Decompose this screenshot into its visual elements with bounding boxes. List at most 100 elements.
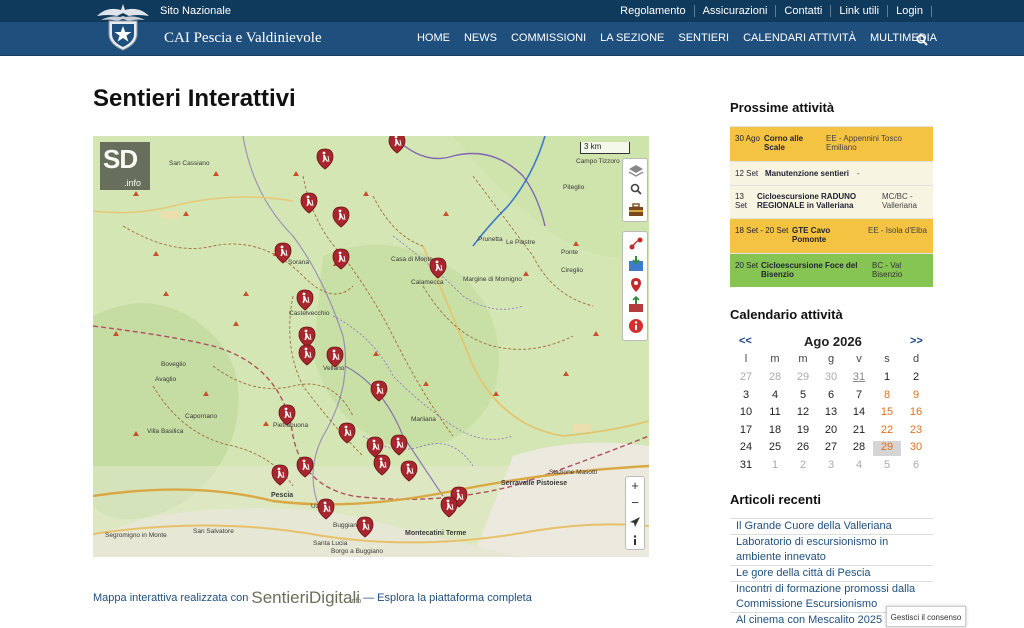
hiking-trail-marker-icon[interactable] [296,456,314,478]
site-brand[interactable]: CAI Pescia e Valdinievole [164,30,322,47]
calendar-day[interactable]: 1 [873,371,901,383]
zoom-out-button[interactable]: − [626,494,644,511]
layers-icon[interactable] [627,162,645,180]
nav-home[interactable]: HOME [417,32,450,44]
calendar-day[interactable]: 24 [732,441,760,453]
event-row[interactable]: 18 Set - 20 Set GTE Cavo Pomonte EE - Is… [730,218,933,253]
nav-commissioni[interactable]: COMMISSIONI [511,32,586,44]
calendar-day[interactable]: 1 [761,459,789,471]
calendar-day[interactable]: 19 [789,424,817,436]
national-site-link[interactable]: Sito Nazionale [160,5,231,17]
util-link-contatti[interactable]: Contatti [776,5,832,17]
event-row[interactable]: 20 Set Cicloescursione Foce del Bisenzio… [730,253,933,287]
info-icon[interactable] [627,317,645,335]
calendar-day[interactable]: 17 [732,424,760,436]
location-pin-icon[interactable] [627,276,645,294]
event-row[interactable]: 30 Ago Corno alle Scale EE - Appennini T… [730,126,933,161]
calendar-day[interactable]: 12 [789,406,817,418]
calendar-day[interactable]: 10 [732,406,760,418]
sentieri-digitali-link[interactable]: SentieriDigitali [251,588,360,607]
util-link-link-utili[interactable]: Link utili [831,5,889,17]
event-row[interactable]: 12 Set Manutenzione sentieri - [730,161,933,185]
nav-news[interactable]: NEWS [464,32,497,44]
hiking-trail-marker-icon[interactable] [300,192,318,214]
map-download-icon[interactable] [627,255,645,273]
calendar-day[interactable]: 30 [902,441,930,453]
calendar-day[interactable]: 5 [789,389,817,401]
calendar-day[interactable]: 29 [789,371,817,383]
hiking-trail-marker-icon[interactable] [440,496,458,518]
hiking-trail-marker-icon[interactable] [271,464,289,486]
util-link-regolamento[interactable]: Regolamento [612,5,695,17]
hiking-trail-marker-icon[interactable] [317,498,335,520]
search-icon[interactable] [627,181,645,199]
calendar-day[interactable]: 28 [845,441,873,453]
util-link-assicurazioni[interactable]: Assicurazioni [695,5,777,17]
cai-eagle-logo[interactable] [93,2,153,52]
calendar-day[interactable]: 18 [761,424,789,436]
hiking-trail-marker-icon[interactable] [356,516,374,538]
attribution-info-icon[interactable] [626,532,644,549]
hiking-trail-marker-icon[interactable] [390,434,408,456]
calendar-day[interactable]: 27 [732,371,760,383]
calendar-day[interactable]: 6 [902,459,930,471]
calendar-day[interactable]: 25 [761,441,789,453]
calendar-day[interactable]: 22 [873,424,901,436]
credit-suffix[interactable]: — Esplora la piattaforma completa [363,592,532,604]
hiking-trail-marker-icon[interactable] [332,248,350,270]
calendar-prev-button[interactable]: << [739,335,752,347]
event-row[interactable]: 13 Set Cicloescursione RADUNO REGIONALE … [730,185,933,218]
map-upload-icon[interactable] [627,296,645,314]
hiking-trail-marker-icon[interactable] [370,380,388,402]
calendar-day[interactable]: 21 [845,424,873,436]
util-link-login[interactable]: Login [888,5,931,17]
consent-manager-button[interactable]: Gestisci il consenso [886,606,966,627]
calendar-day[interactable]: 7 [845,389,873,401]
calendar-day[interactable]: 9 [902,389,930,401]
article-link[interactable]: Il Grande Cuore della Valleriana [730,518,933,534]
hiking-trail-marker-icon[interactable] [316,148,334,170]
calendar-day[interactable]: 28 [761,371,789,383]
calendar-day[interactable]: 16 [902,406,930,418]
hiking-trail-marker-icon[interactable] [274,242,292,264]
calendar-day[interactable]: 4 [761,389,789,401]
calendar-next-button[interactable]: >> [910,335,923,347]
hiking-trail-marker-icon[interactable] [338,422,356,444]
nav-calendari[interactable]: CALENDARI ATTIVITÀ [743,32,856,44]
locate-icon[interactable] [626,513,644,530]
calendar-day[interactable]: 6 [817,389,845,401]
hiking-trail-marker-icon[interactable] [400,460,418,482]
hiking-trail-marker-icon[interactable] [298,344,316,366]
calendar-day[interactable]: 2 [902,371,930,383]
calendar-day[interactable]: 27 [817,441,845,453]
calendar-day[interactable]: 29 [873,441,901,456]
calendar-day[interactable]: 3 [817,459,845,471]
calendar-day[interactable]: 31 [732,459,760,471]
calendar-day[interactable]: 2 [789,459,817,471]
article-link[interactable]: Le gore della città di Pescia [730,565,933,581]
calendar-day[interactable]: 23 [902,424,930,436]
calendar-day[interactable]: 14 [845,406,873,418]
calendar-day[interactable]: 5 [873,459,901,471]
zoom-in-button[interactable]: + [626,477,644,494]
calendar-day[interactable]: 30 [817,371,845,383]
calendar-day[interactable]: 20 [817,424,845,436]
nav-la-sezione[interactable]: LA SEZIONE [600,32,664,44]
hiking-trail-marker-icon[interactable] [388,136,406,154]
hiking-trail-marker-icon[interactable] [278,404,296,426]
nav-sentieri[interactable]: SENTIERI [678,32,729,44]
hiking-trail-marker-icon[interactable] [296,289,314,311]
calendar-day[interactable]: 8 [873,389,901,401]
search-icon[interactable] [916,34,928,46]
hiking-trail-marker-icon[interactable] [429,257,447,279]
article-link[interactable]: Laboratorio di escursionismo in ambiente… [730,534,933,565]
hiking-trail-marker-icon[interactable] [373,454,391,476]
calendar-day[interactable]: 4 [845,459,873,471]
hiking-trail-marker-icon[interactable] [326,346,344,368]
toolbox-icon[interactable] [627,201,645,219]
sentieri-digitali-logo[interactable]: SD .info [100,142,150,190]
interactive-map[interactable]: San Cassiano Sorana Castelvecchio Vellan… [93,136,649,557]
calendar-day[interactable]: 11 [761,406,789,418]
calendar-day[interactable]: 15 [873,406,901,418]
calendar-day[interactable]: 3 [732,389,760,401]
